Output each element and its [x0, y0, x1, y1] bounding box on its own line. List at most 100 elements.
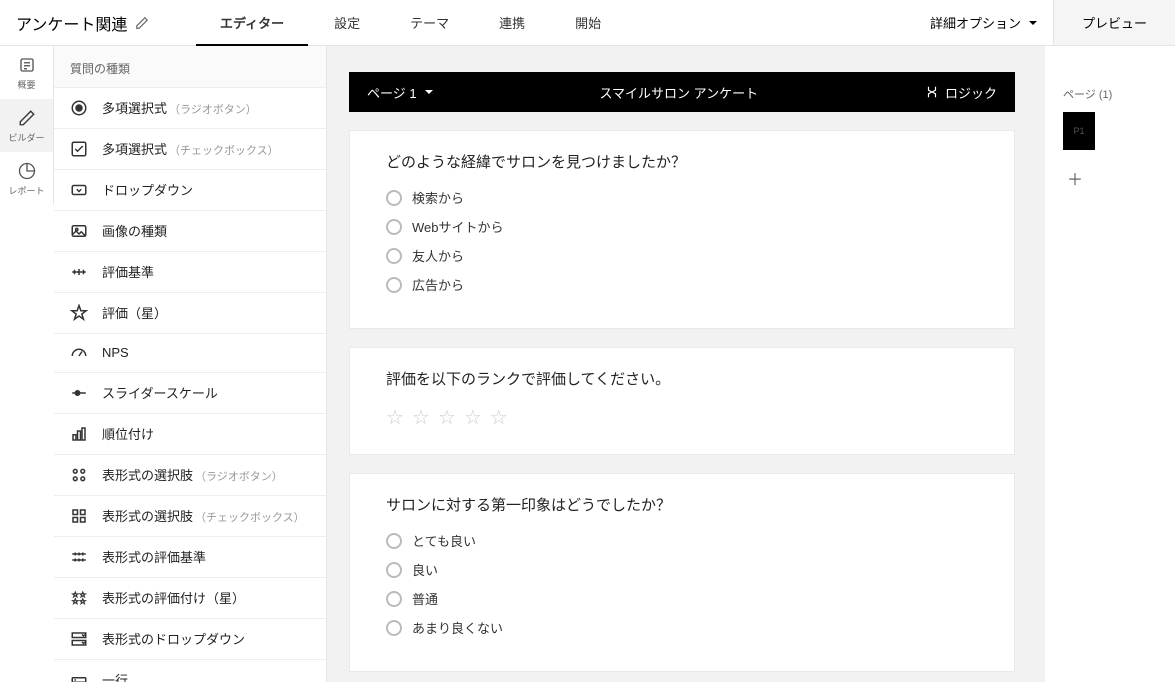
question-type-star[interactable]: 評価（星） — [54, 293, 326, 334]
question-type-dropdown[interactable]: ドロップダウン — [54, 170, 326, 211]
answer-option[interactable]: 検索から — [386, 188, 978, 207]
matrix-star-icon — [70, 589, 88, 607]
question-card[interactable]: どのような経緯でサロンを見つけましたか？ 検索から Webサイトから友人から広告から — [349, 130, 1015, 329]
matrix-check-icon — [70, 507, 88, 525]
answer-option[interactable]: とても良い — [386, 531, 978, 550]
question-type-matrix-dropdown[interactable]: 表形式のドロップダウン — [54, 619, 326, 660]
question-type-hint: （チェックボックス） — [169, 145, 279, 157]
question-type-single-line[interactable]: 一行 — [54, 660, 326, 682]
matrix-dropdown-icon — [70, 630, 88, 648]
radio-icon — [386, 533, 402, 549]
question-type-label: 多項選択式 — [102, 101, 167, 116]
answer-label: Webサイトから — [412, 217, 504, 236]
rail-report[interactable]: レポート — [0, 152, 53, 205]
question-type-hint: （チェックボックス） — [195, 512, 305, 524]
page-selector[interactable]: ページ 1 — [367, 83, 433, 102]
question-type-hint: （ラジオボタン） — [169, 104, 257, 116]
radio-icon — [386, 219, 402, 235]
question-type-sidebar[interactable]: 質問の種類 多項選択式（ラジオボタン）多項選択式（チェックボックス）ドロップダウ… — [54, 46, 327, 682]
matrix-scale-icon — [70, 548, 88, 566]
left-rail: 概要 ビルダー レポート — [0, 46, 54, 205]
sidebar-header: 質問の種類 — [54, 46, 326, 88]
star-rating[interactable]: ☆ ☆ ☆ ☆ ☆ — [386, 405, 978, 430]
question-title: サロンに対する第一印象はどうでしたか？ — [386, 494, 978, 515]
answer-label: とても良い — [412, 531, 476, 550]
dropdown-icon — [70, 181, 88, 199]
tab-integrate[interactable]: 連携 — [499, 0, 525, 45]
question-title: 評価を以下のランクで評価してください。 — [386, 368, 978, 389]
rail-builder[interactable]: ビルダー — [0, 99, 53, 152]
preview-button[interactable]: プレビュー — [1053, 0, 1175, 45]
add-page-button[interactable]: ＋ — [1063, 162, 1157, 194]
question-type-label: NPS — [102, 345, 129, 360]
tab-start[interactable]: 開始 — [575, 0, 601, 45]
answer-label: あまり良くない — [412, 618, 503, 637]
radio-icon — [386, 620, 402, 636]
single-line-icon — [70, 671, 88, 682]
answer-option[interactable]: 友人から — [386, 246, 978, 265]
question-type-label: 一行 — [102, 673, 128, 682]
radio-icon — [386, 190, 402, 206]
question-type-matrix-star[interactable]: 表形式の評価付け（星） — [54, 578, 326, 619]
answer-label: 広告から — [412, 275, 464, 294]
checkbox-icon — [70, 140, 88, 158]
form-top-bar: ページ 1 スマイルサロン アンケート ロジック — [349, 72, 1015, 112]
answer-option[interactable]: 広告から — [386, 275, 978, 294]
form-title: スマイルサロン アンケート — [599, 83, 758, 102]
page-thumbnail-1[interactable]: P1 — [1063, 112, 1095, 150]
answer-label: 友人から — [412, 246, 464, 265]
star-icon[interactable]: ☆ — [438, 405, 456, 430]
pencil-icon — [18, 109, 36, 127]
answer-option[interactable]: あまり良くない — [386, 618, 978, 637]
ranking-icon — [70, 425, 88, 443]
question-type-label: 順位付け — [102, 427, 154, 442]
question-type-label: ドロップダウン — [102, 183, 193, 198]
question-type-label: 表形式のドロップダウン — [102, 632, 245, 647]
tab-theme[interactable]: テーマ — [410, 0, 449, 45]
question-type-label: 画像の種類 — [102, 224, 167, 239]
question-type-matrix-radio[interactable]: 表形式の選択肢（ラジオボタン） — [54, 455, 326, 496]
question-type-slider[interactable]: スライダースケール — [54, 373, 326, 414]
star-icon[interactable]: ☆ — [490, 405, 508, 430]
logic-button[interactable]: ロジック — [925, 83, 997, 102]
radio-icon — [386, 277, 402, 293]
question-card[interactable]: サロンに対する第一印象はどうでしたか？ とても良い良い普通あまり良くない — [349, 473, 1015, 672]
radio-icon — [70, 99, 88, 117]
question-type-label: スライダースケール — [102, 386, 218, 401]
edit-title-icon[interactable] — [135, 16, 149, 30]
star-icon — [70, 304, 88, 322]
star-icon[interactable]: ☆ — [412, 405, 430, 430]
question-type-scale[interactable]: 評価基準 — [54, 252, 326, 293]
radio-icon — [386, 562, 402, 578]
header-tabs: エディター 設定 テーマ 連携 開始 — [220, 0, 601, 45]
image-icon — [70, 222, 88, 240]
answer-option[interactable]: 良い — [386, 560, 978, 579]
rail-overview[interactable]: 概要 — [0, 46, 53, 99]
top-bar: アンケート関連 エディター 設定 テーマ 連携 開始 詳細オプション プレビュー — [0, 0, 1175, 46]
question-type-matrix-check[interactable]: 表形式の選択肢（チェックボックス） — [54, 496, 326, 537]
scale-icon — [70, 263, 88, 281]
tab-editor[interactable]: エディター — [220, 0, 284, 45]
answer-option[interactable]: 普通 — [386, 589, 978, 608]
question-type-ranking[interactable]: 順位付け — [54, 414, 326, 455]
radio-icon — [386, 591, 402, 607]
canvas-main[interactable]: ページ 1 スマイルサロン アンケート ロジック どのような経緯でサロンを見つけ… — [327, 46, 1045, 682]
list-icon — [18, 56, 36, 74]
question-type-label: 評価（星） — [102, 306, 167, 321]
question-type-nps[interactable]: NPS — [54, 334, 326, 373]
question-type-checkbox[interactable]: 多項選択式（チェックボックス） — [54, 129, 326, 170]
question-type-label: 多項選択式 — [102, 142, 167, 157]
logic-icon — [925, 85, 939, 99]
slider-icon — [70, 384, 88, 402]
question-type-radio[interactable]: 多項選択式（ラジオボタン） — [54, 88, 326, 129]
question-type-matrix-scale[interactable]: 表形式の評価基準 — [54, 537, 326, 578]
advanced-options-dropdown[interactable]: 詳細オプション — [914, 13, 1053, 32]
star-icon[interactable]: ☆ — [386, 405, 404, 430]
tab-settings[interactable]: 設定 — [334, 0, 360, 45]
page-panel: ページ (1) P1 ＋ — [1045, 46, 1175, 682]
star-icon[interactable]: ☆ — [464, 405, 482, 430]
answer-option[interactable]: Webサイトから — [386, 217, 978, 236]
question-type-image[interactable]: 画像の種類 — [54, 211, 326, 252]
question-card[interactable]: 評価を以下のランクで評価してください。 ☆ ☆ ☆ ☆ ☆ — [349, 347, 1015, 455]
question-title: どのような経緯でサロンを見つけましたか？ — [386, 151, 978, 172]
